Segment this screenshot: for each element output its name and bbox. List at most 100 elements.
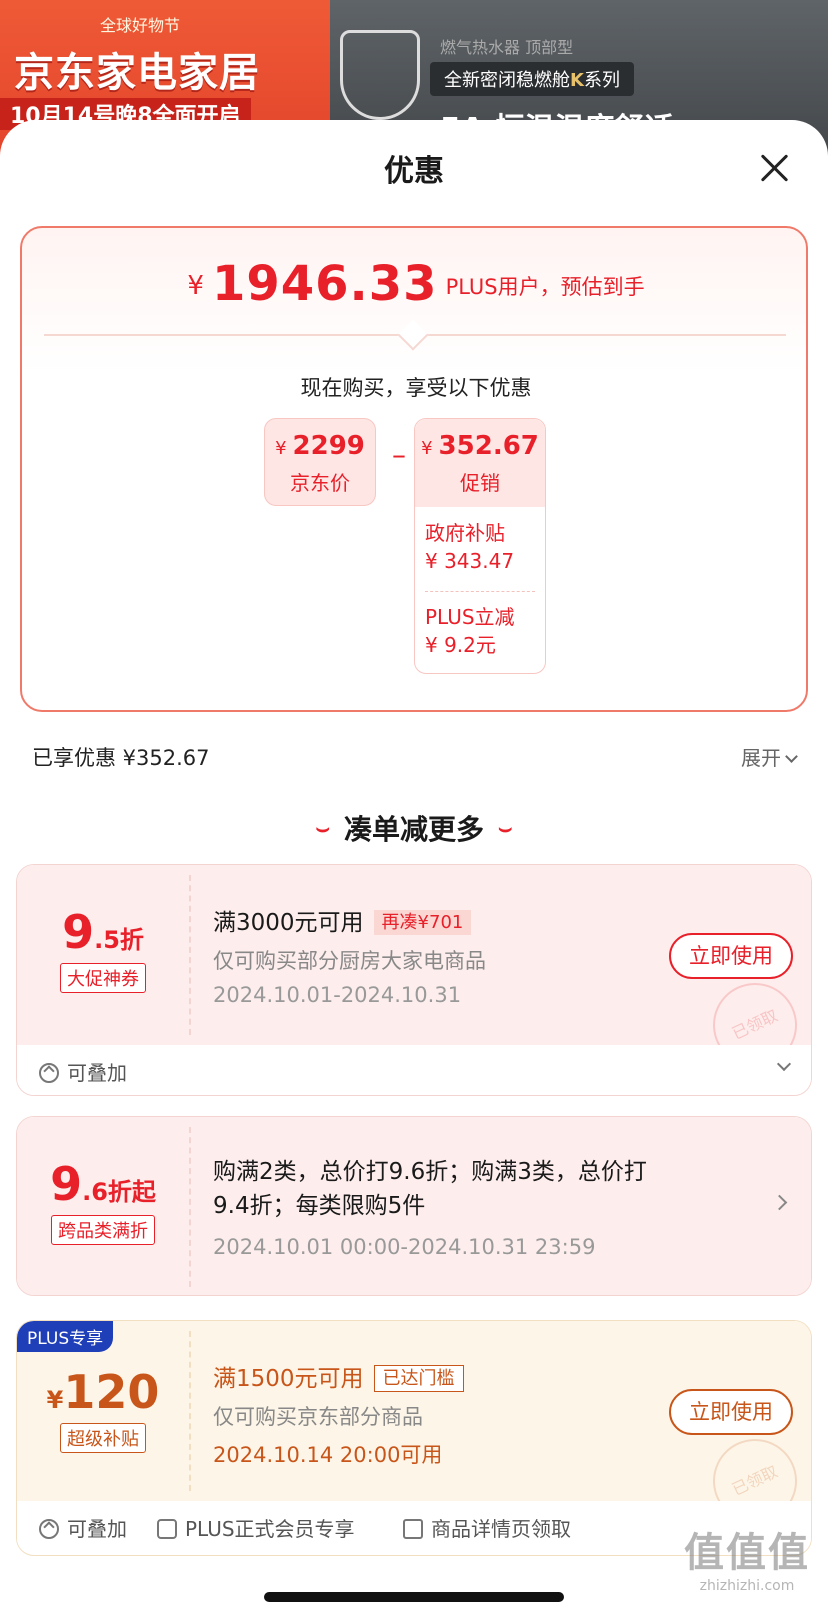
coupon-date: 2024.10.01-2024.10.31	[213, 983, 462, 1007]
coupon-condition: 购满2类，总价打9.6折；购满3类，总价打 9.4折；每类限购5件	[213, 1155, 647, 1223]
chevron-down-icon	[785, 750, 798, 763]
discount-value: 9.6折起	[17, 1157, 189, 1211]
festival-text: 全球好物节	[100, 16, 181, 35]
banner-feature: 燃气热水器 顶部型	[440, 38, 574, 57]
coupon-divider	[189, 875, 191, 1035]
smile-icon: ⌣	[498, 816, 513, 841]
currency-symbol: ¥	[187, 271, 204, 301]
series-name: 全新密闭稳燃舱	[444, 70, 570, 91]
series-mark: K	[570, 70, 584, 91]
watermark-logo: 值值值	[684, 1530, 810, 1576]
promo-value: 352.67	[438, 431, 539, 461]
plus-member-info: PLUS正式会员专享	[157, 1513, 355, 1542]
coupon-tag: 超级补贴	[60, 1423, 146, 1453]
stackable-text: 可叠加	[67, 1517, 127, 1541]
coupon-tag: 跨品类满折	[51, 1215, 155, 1245]
jd-price-box: ¥2299 京东价	[264, 418, 376, 506]
estimated-amount: 1946.33	[211, 256, 438, 312]
stack-icon	[39, 1063, 59, 1083]
smile-icon: ⌣	[315, 816, 330, 841]
estimated-price: ¥1946.33 PLUS用户，预估到手	[22, 256, 810, 312]
chevron-right-icon[interactable]	[771, 1194, 788, 1211]
value-main: 9	[62, 905, 95, 959]
value-suffix: .5折	[94, 926, 144, 954]
sheet-title: 优惠	[384, 154, 444, 189]
coupon-condition-line: 9.4折；每类限购5件	[213, 1193, 426, 1219]
plus-badge: PLUS专享	[17, 1321, 114, 1352]
coupon-tag: 大促神券	[60, 963, 146, 993]
promo-label: 促销	[460, 471, 500, 495]
dashed-divider	[425, 591, 535, 592]
promo-breakdown: ¥352.67 促销 政府补贴 ¥ 343.47 PLUS立减 ¥ 9.2元	[414, 418, 546, 674]
jd-price-value: 2299	[292, 431, 365, 461]
section-title: ⌣ 凑单减更多 ⌣	[0, 808, 828, 848]
coupon-date: 2024.10.14 20:00可用	[213, 1443, 443, 1467]
jd-price: ¥2299	[265, 431, 375, 461]
home-indicator[interactable]	[264, 1592, 564, 1602]
coupon-value: 9.5折 大促神券	[17, 905, 189, 993]
coupon-divider	[189, 1127, 191, 1287]
coupon-footer: 可叠加	[17, 1045, 811, 1095]
claim-source-text: 商品详情页领取	[431, 1517, 571, 1541]
stackable-info: 可叠加	[39, 1513, 127, 1542]
subsidy-value: ¥120	[17, 1365, 189, 1419]
coupon-value: 9.6折起 跨品类满折	[17, 1157, 189, 1245]
price-summary-card: ¥1946.33 PLUS用户，预估到手 现在购买，享受以下优惠 ¥2299 京东…	[20, 226, 808, 712]
coupon-divider	[189, 1331, 191, 1491]
divider-notch	[397, 319, 429, 351]
coupon-condition: 满1500元可用 已达门槛	[213, 1359, 464, 1393]
currency-symbol: ¥	[275, 438, 287, 459]
plus-discount: PLUS立减 ¥ 9.2元	[425, 603, 537, 659]
value-suffix: .6折起	[82, 1178, 156, 1206]
use-now-button[interactable]: 立即使用	[669, 933, 793, 979]
expand-label: 展开	[741, 746, 781, 770]
coupon-condition-text: 满1500元可用	[213, 1366, 364, 1392]
coupon-face: 9.5折 大促神券 满3000元可用 再凑¥701 仅可购买部分厨房大家电商品 2…	[17, 865, 811, 1081]
discount-value: 9.5折	[17, 905, 189, 959]
series-suffix: 系列	[583, 70, 620, 91]
coupon-card: 9.5折 大促神券 满3000元可用 再凑¥701 仅可购买部分厨房大家电商品 2…	[16, 864, 812, 1096]
banner-title: 京东家电家居	[14, 50, 260, 96]
banner-series: 全新密闭稳燃舱K系列	[430, 62, 634, 96]
promo-total: ¥352.67	[415, 431, 545, 461]
gov-subsidy-value: ¥ 343.47	[425, 549, 515, 573]
jd-price-label: 京东价	[290, 471, 350, 495]
coupon-chip: 再凑¥701	[373, 910, 472, 935]
expand-button[interactable]: 展开	[741, 742, 798, 771]
currency-symbol: ¥	[46, 1386, 64, 1414]
shield-icon	[340, 30, 420, 120]
watermark-url: zhizhizhi.com	[699, 1578, 795, 1594]
plus-discount-value: ¥ 9.2元	[425, 633, 496, 657]
coupon-chip: 已达门槛	[373, 1365, 464, 1392]
coupon-desc: 仅可购买京东部分商品	[213, 1405, 423, 1429]
value-main: 120	[63, 1365, 160, 1419]
estimate-note: PLUS用户，预估到手	[445, 275, 645, 299]
chevron-down-icon[interactable]	[776, 1056, 792, 1072]
coupon-card[interactable]: 9.6折起 跨品类满折 购满2类，总价打9.6折；购满3类，总价打 9.4折；每…	[16, 1116, 812, 1296]
enjoyed-discount: 已享优惠 ¥352.67	[32, 746, 210, 770]
close-icon[interactable]	[756, 150, 792, 186]
stackable-text: 可叠加	[67, 1061, 127, 1085]
stack-icon	[39, 1519, 59, 1539]
gov-subsidy-label: 政府补贴	[425, 521, 505, 545]
gov-subsidy: 政府补贴 ¥ 343.47	[425, 519, 537, 575]
coupon-date: 2024.10.01 00:00-2024.10.31 23:59	[213, 1235, 596, 1259]
use-now-button[interactable]: 立即使用	[669, 1389, 793, 1435]
coupon-condition-text: 满3000元可用	[213, 910, 364, 936]
coupon-value: ¥120 超级补贴	[17, 1365, 189, 1453]
watermark: 值值值 zhizhizhi.com	[684, 1520, 810, 1594]
coupon-face: 9.6折起 跨品类满折 购满2类，总价打9.6折；购满3类，总价打 9.4折；每…	[17, 1117, 811, 1295]
section-title-text: 凑单减更多	[343, 813, 484, 846]
buy-now-text: 现在购买，享受以下优惠	[300, 376, 532, 400]
coupon-condition: 满3000元可用 再凑¥701	[213, 903, 472, 937]
coupon-condition-line: 购满2类，总价打9.6折；购满3类，总价打	[213, 1159, 647, 1185]
minus-sign: –	[392, 438, 406, 471]
plus-member-text: PLUS正式会员专享	[185, 1517, 355, 1541]
plus-discount-label: PLUS立减	[425, 605, 515, 629]
promo-total-box: ¥352.67 促销	[415, 419, 545, 507]
discount-sheet: 优惠 ¥1946.33 PLUS用户，预估到手 现在购买，享受以下优惠 ¥2299…	[0, 120, 828, 1610]
ticket-icon	[403, 1519, 423, 1539]
coupon-desc: 仅可购买部分厨房大家电商品	[213, 949, 486, 973]
stackable-info: 可叠加	[39, 1057, 127, 1086]
crown-icon	[157, 1519, 177, 1539]
